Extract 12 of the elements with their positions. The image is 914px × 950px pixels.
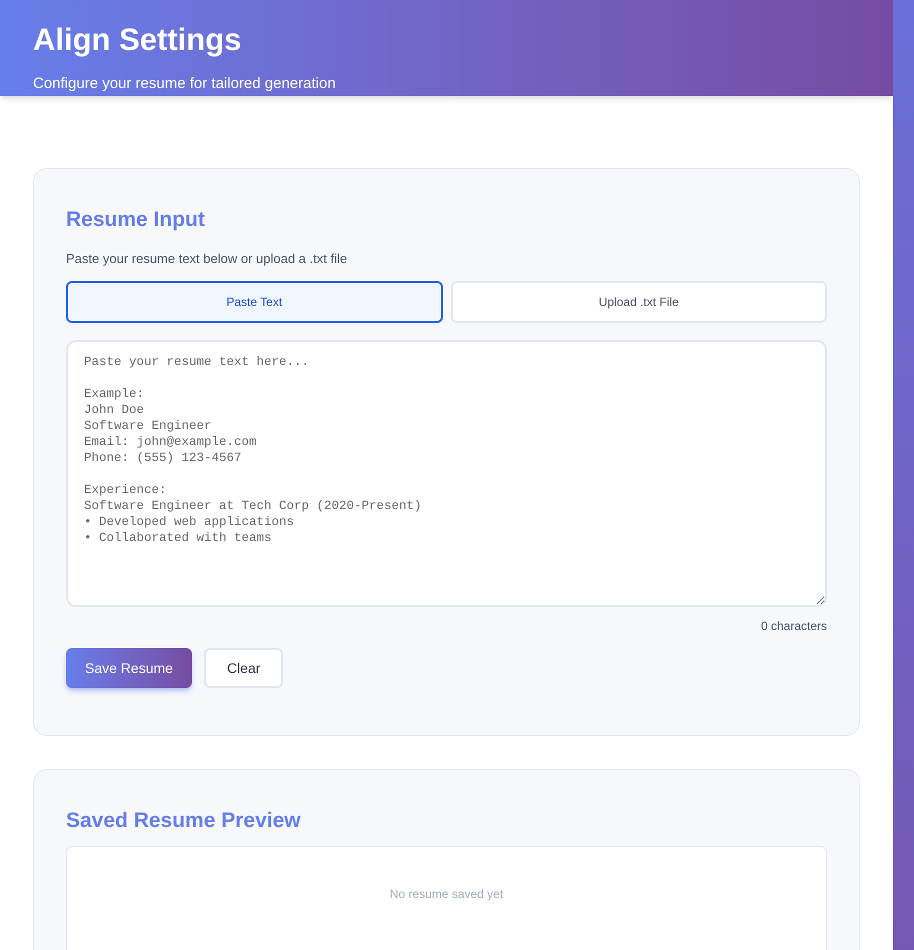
clear-button[interactable]: Clear	[204, 648, 284, 688]
tab[interactable]: Paste Text	[66, 281, 442, 323]
resume-text-area[interactable]: Paste your resume text here... Example: John Doe Software Engineer Email: john@example.com Phone: (555) 123-4567 Experience: Software Engineer at Tech Corp (2020-Present) • Developed web applications • Collaborated with teams	[66, 340, 827, 607]
section-title: Saved Resume Preview	[66, 808, 302, 834]
page-title: Align Settings	[33, 21, 242, 59]
page-subtitle: Configure your resume for tailored generation	[33, 74, 337, 94]
character-count: 0 characters	[760, 618, 827, 635]
tab[interactable]: Upload .txt File	[450, 281, 827, 323]
section-description: Paste your resume text below or upload a .txt file	[66, 250, 348, 268]
section-title: Resume Input	[66, 206, 206, 232]
empty-state-text: No resume saved yet	[390, 886, 504, 903]
save-button[interactable]: Save Resume	[66, 648, 192, 688]
